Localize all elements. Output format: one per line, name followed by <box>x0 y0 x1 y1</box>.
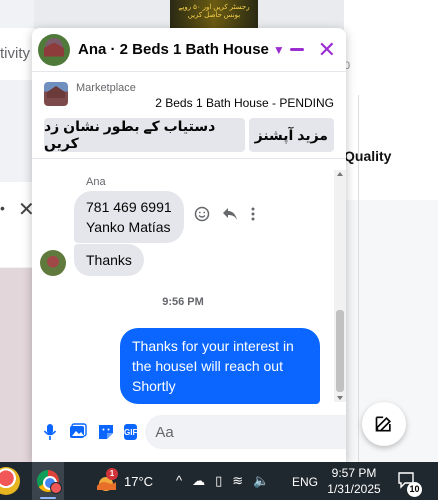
chat-window: Ana · 2 Beds 1 Bath House ▼ ✕ Marketplac… <box>32 28 346 462</box>
reply-icon[interactable] <box>222 207 238 221</box>
pinned-app-icon[interactable] <box>0 467 20 495</box>
message-line: 781 469 6991 <box>86 199 172 215</box>
marketplace-banner: Marketplace 2 Beds 1 Bath House - PENDIN… <box>32 72 346 159</box>
message-line: Yanko Matías <box>86 219 171 235</box>
message-composer: GIF <box>32 402 346 462</box>
sticker-icon[interactable] <box>96 422 116 442</box>
minimize-icon[interactable] <box>289 48 304 51</box>
mark-available-button[interactable]: دستیاب کے بطور نشان زد کریں <box>44 118 245 152</box>
clock[interactable]: 9:57 PM 1/31/2025 <box>326 465 382 497</box>
battery-icon[interactable]: ▯ <box>215 473 222 489</box>
background-more-icon[interactable]: • <box>0 200 5 216</box>
background-quality-text: Quality <box>344 148 392 164</box>
incoming-message[interactable]: 781 469 6991 Yanko Matías <box>74 191 184 243</box>
scroll-up-arrow-icon[interactable] <box>337 172 343 176</box>
taskbar: 1 17°C ^ ☁ ▯ ≋ 🔈 ENG 9:57 PM 1/31/2025 1… <box>0 462 438 500</box>
message-timestamp: 9:56 PM <box>162 296 204 308</box>
outgoing-message[interactable]: Thanks for your interest in the houseI w… <box>120 328 320 404</box>
react-icon[interactable] <box>194 206 210 222</box>
system-tray: ^ ☁ ▯ ≋ 🔈 <box>176 473 269 489</box>
message-actions <box>194 206 256 222</box>
message-list: Ana 781 469 6991 Yanko Matías Thanks 9:5… <box>32 170 334 404</box>
message-scrollbar[interactable] <box>334 170 346 402</box>
incoming-message[interactable]: Thanks <box>74 244 144 276</box>
background-ad-banner[interactable]: رجسٹر کریں اور ۵۰ روپے بونس حاصل کریں <box>170 0 258 30</box>
listing-thumbnail[interactable] <box>44 82 68 106</box>
background-activity-text: tivity <box>0 45 30 62</box>
photo-icon[interactable] <box>68 422 88 442</box>
scroll-thumb[interactable] <box>336 310 344 392</box>
compose-icon <box>375 416 392 432</box>
more-vertical-icon[interactable] <box>250 207 256 221</box>
wifi-icon[interactable]: ≋ <box>232 473 243 489</box>
microphone-icon[interactable] <box>40 422 60 442</box>
volume-icon[interactable]: 🔈 <box>253 473 269 489</box>
notification-count-badge: 10 <box>407 482 422 497</box>
scroll-down-arrow-icon[interactable] <box>337 396 343 400</box>
chrome-profile-badge <box>50 482 62 494</box>
clock-time: 9:57 PM <box>331 466 377 480</box>
new-message-button[interactable] <box>362 402 406 446</box>
message-input-wrapper[interactable] <box>145 415 346 449</box>
marketplace-label: Marketplace <box>76 82 136 94</box>
chat-header[interactable]: Ana · 2 Beds 1 Bath House ▼ ✕ <box>32 28 346 72</box>
more-options-button[interactable]: مزید آپشنز <box>248 118 334 152</box>
message-input[interactable] <box>155 423 346 441</box>
cloud-icon[interactable]: ☁ <box>192 473 205 489</box>
chevron-up-icon[interactable]: ^ <box>176 473 182 489</box>
background-image-area <box>0 268 34 462</box>
active-app-indicator <box>40 497 56 499</box>
temperature-text[interactable]: 17°C <box>124 474 153 489</box>
contact-avatar[interactable] <box>38 33 70 66</box>
clock-date: 1/31/2025 <box>327 482 381 496</box>
gif-icon[interactable]: GIF <box>124 424 138 440</box>
weather-badge: 1 <box>106 468 118 480</box>
chevron-down-icon[interactable]: ▼ <box>273 43 285 57</box>
listing-title[interactable]: 2 Beds 1 Bath House - PENDING <box>76 96 334 110</box>
sender-name: Ana <box>86 176 106 188</box>
sender-avatar[interactable] <box>40 250 66 276</box>
chat-title[interactable]: Ana · 2 Beds 1 Bath House <box>78 41 269 58</box>
close-icon[interactable]: ✕ <box>318 38 336 61</box>
input-language[interactable]: ENG <box>292 475 318 489</box>
